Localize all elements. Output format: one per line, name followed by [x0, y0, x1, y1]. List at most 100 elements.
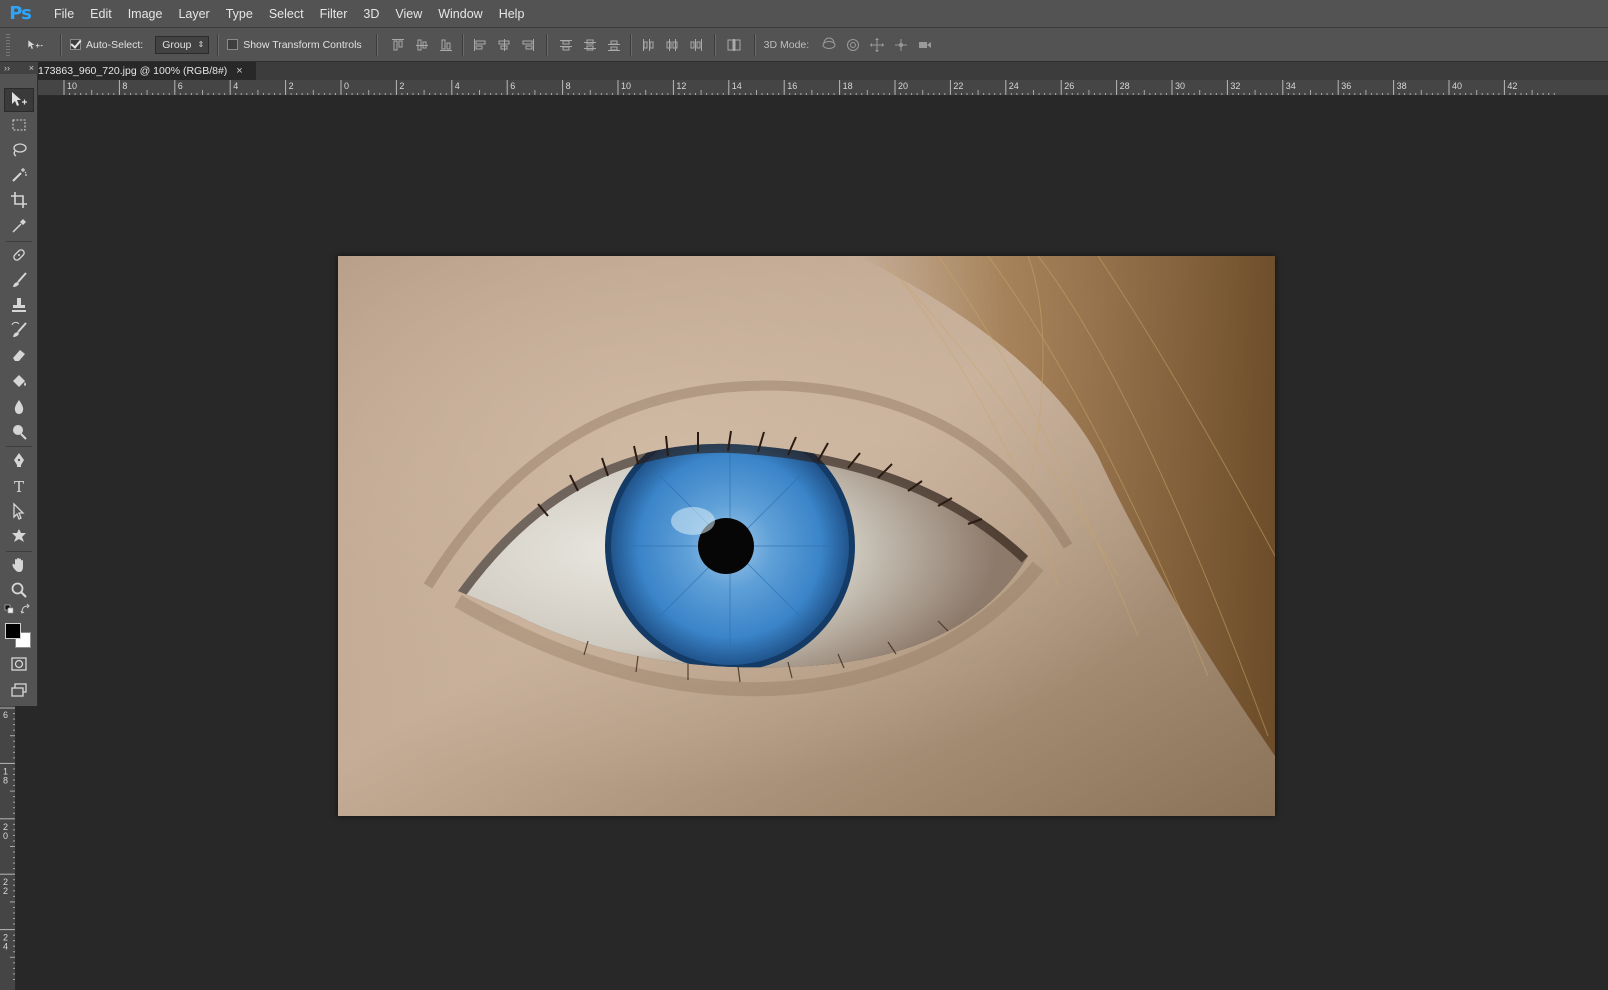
options-separator	[629, 33, 632, 56]
align-horizontal-centers-icon[interactable]	[494, 35, 514, 55]
menu-view[interactable]: View	[387, 0, 430, 28]
menu-file[interactable]: File	[46, 0, 82, 28]
quick-mask-mode-button[interactable]	[4, 652, 34, 676]
vertical-ruler[interactable]: 618202224	[0, 706, 16, 990]
menu-help[interactable]: Help	[491, 0, 533, 28]
menu-image[interactable]: Image	[120, 0, 171, 28]
3d-rotate-icon[interactable]	[819, 35, 839, 55]
rectangular-marquee-tool[interactable]	[4, 113, 34, 137]
ruler-label: 18	[843, 81, 853, 91]
type-tool[interactable]: T	[4, 474, 34, 498]
distribute-vertical-centers-icon[interactable]	[580, 35, 600, 55]
menu-edit[interactable]: Edit	[82, 0, 120, 28]
zoom-icon	[11, 582, 27, 598]
move-tool[interactable]	[4, 88, 34, 112]
menu-filter[interactable]: Filter	[312, 0, 356, 28]
options-separator	[217, 33, 220, 56]
menu-layer[interactable]: Layer	[170, 0, 217, 28]
ruler-label: 38	[1397, 81, 1407, 91]
ruler-label: 22	[953, 81, 963, 91]
align-left-edges-icon[interactable]	[470, 35, 490, 55]
marquee-icon	[12, 119, 26, 131]
show-transform-controls-checkbox[interactable]	[227, 39, 239, 50]
document-tab-label: 173863_960_720.jpg @ 100% (RGB/8#)	[38, 65, 228, 77]
ruler-label: 30	[1175, 81, 1185, 91]
color-swatch-controls	[4, 602, 34, 616]
distribute-top-edges-icon[interactable]	[556, 35, 576, 55]
crop-icon	[11, 192, 27, 208]
paint-bucket-tool[interactable]	[4, 369, 34, 393]
document-tab[interactable]: 173863_960_720.jpg @ 100% (RGB/8#) ×	[38, 62, 256, 80]
horizontal-ruler[interactable]: 10 8 6 4 2 0 2 4 6 8 10 12 14 16 18 20 22 24 26 28 30 32 34 36 3…	[38, 80, 1608, 96]
close-panel-icon[interactable]: ×	[29, 63, 34, 73]
zoom-tool[interactable]	[4, 578, 34, 602]
magic-wand-icon	[12, 168, 27, 182]
ruler-label: 36	[1341, 81, 1351, 91]
options-separator	[461, 33, 464, 56]
ruler-label: 42	[1507, 81, 1517, 91]
menu-type[interactable]: Type	[218, 0, 261, 28]
options-separator	[713, 33, 716, 56]
clone-stamp-icon	[12, 298, 26, 312]
menu-select[interactable]: Select	[261, 0, 312, 28]
auto-align-layers-icon[interactable]	[724, 35, 744, 55]
3d-roll-icon[interactable]	[843, 35, 863, 55]
swap-colors-icon[interactable]	[20, 603, 32, 615]
horizontal-ruler-ticks: 10 8 6 4 2 0 2 4 6 8 10 12 14 16 18 20 22 24 26 28 30 32 34 36 3…	[63, 80, 1555, 95]
magic-wand-tool[interactable]	[4, 163, 34, 187]
align-vertical-centers-icon[interactable]	[412, 35, 432, 55]
menu-window[interactable]: Window	[430, 0, 490, 28]
ruler-label: 26	[1064, 81, 1074, 91]
screen-mode-button[interactable]	[4, 678, 34, 702]
auto-select-dropdown[interactable]: Group ⇕	[155, 35, 210, 54]
lasso-tool[interactable]	[4, 138, 34, 162]
clone-stamp-tool[interactable]	[4, 293, 34, 317]
blur-tool[interactable]	[4, 395, 34, 419]
tools-separator	[6, 241, 32, 242]
dodge-tool[interactable]	[4, 420, 34, 444]
document-canvas[interactable]	[338, 256, 1275, 816]
tool-preset-picker[interactable]	[18, 34, 52, 56]
crop-tool[interactable]	[4, 188, 34, 212]
history-brush-tool[interactable]	[4, 318, 34, 342]
menu-3d[interactable]: 3D	[355, 0, 387, 28]
tools-separator	[6, 551, 32, 552]
3d-slide-icon[interactable]	[891, 35, 911, 55]
brush-tool[interactable]	[4, 268, 34, 292]
align-right-edges-icon[interactable]	[518, 35, 538, 55]
options-bar-grip[interactable]	[6, 33, 10, 56]
pen-tool[interactable]	[4, 448, 34, 472]
ruler-label: 4	[233, 81, 238, 91]
ruler-label: 2	[3, 886, 8, 896]
distribute-left-edges-icon[interactable]	[638, 35, 658, 55]
auto-select-label: Auto-Select:	[86, 38, 144, 51]
align-bottom-edges-icon[interactable]	[436, 35, 456, 55]
custom-shape-tool[interactable]	[4, 524, 34, 548]
hand-icon	[12, 558, 23, 572]
options-separator	[753, 33, 756, 56]
screen-mode-icon	[11, 683, 27, 697]
distribute-right-edges-icon[interactable]	[686, 35, 706, 55]
3d-scale-icon[interactable]	[915, 35, 935, 55]
eraser-tool[interactable]	[4, 343, 34, 367]
close-document-icon[interactable]: ×	[236, 65, 242, 77]
eraser-icon	[13, 350, 25, 361]
ruler-label: 8	[566, 81, 571, 91]
eyedropper-icon	[12, 219, 26, 233]
3d-pan-icon[interactable]	[867, 35, 887, 55]
pen-icon	[14, 453, 24, 467]
move-tool-icon	[12, 92, 27, 106]
collapse-panel-icon[interactable]: ››	[4, 63, 10, 73]
spot-healing-brush-tool[interactable]	[4, 243, 34, 267]
ruler-label: 6	[3, 710, 8, 720]
distribute-bottom-edges-icon[interactable]	[604, 35, 624, 55]
menu-bar: Ps File Edit Image Layer Type Select Fil…	[0, 0, 1608, 28]
align-top-edges-icon[interactable]	[388, 35, 408, 55]
foreground-color-swatch[interactable]	[5, 623, 21, 639]
path-selection-tool[interactable]	[4, 499, 34, 523]
eyedropper-tool[interactable]	[4, 214, 34, 238]
hand-tool[interactable]	[4, 553, 34, 577]
brush-icon	[13, 272, 27, 287]
auto-select-checkbox[interactable]	[70, 39, 81, 50]
distribute-horizontal-centers-icon[interactable]	[662, 35, 682, 55]
